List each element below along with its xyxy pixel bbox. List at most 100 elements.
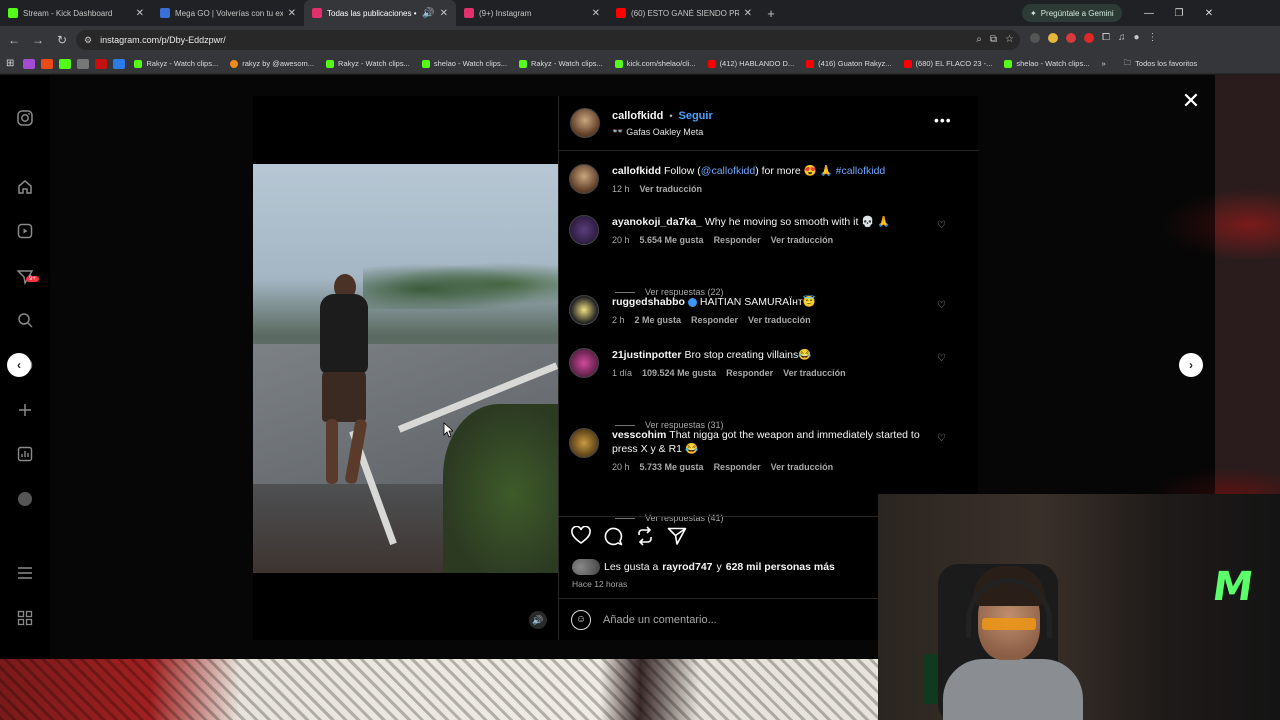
comment-bubble-icon[interactable] <box>602 525 624 547</box>
comment-likes[interactable]: 5.654 Me gusta <box>640 233 704 247</box>
likes-user[interactable]: rayrod747 <box>662 561 712 573</box>
profile-avatar-icon[interactable]: ● <box>1134 32 1140 43</box>
translate-button[interactable]: Ver traducción <box>640 182 703 196</box>
bookmark-item[interactable]: shelao - Watch clips... <box>416 59 513 68</box>
share-send-icon[interactable] <box>666 525 688 547</box>
commenter-avatar[interactable] <box>569 428 599 458</box>
more-apps-icon[interactable] <box>16 609 34 627</box>
like-comment-heart-icon[interactable]: ♡ <box>937 433 946 444</box>
reply-button[interactable]: Responder <box>714 233 761 247</box>
bookmark-favicon-icon[interactable] <box>41 58 54 69</box>
caption-mention[interactable]: @callofkidd <box>701 165 755 177</box>
previous-post-button[interactable]: ‹ <box>7 353 31 377</box>
extension-icon[interactable] <box>1030 32 1040 43</box>
bookmark-item[interactable]: (416) Guaton Rakyz... <box>800 59 897 68</box>
commenter-avatar[interactable] <box>569 295 599 325</box>
install-app-icon[interactable]: ⧉ <box>990 34 997 45</box>
repost-icon[interactable] <box>634 525 656 547</box>
adblock-icon[interactable] <box>1066 32 1076 43</box>
browser-tab-kick[interactable]: Stream - Kick Dashboard ✕ <box>0 0 152 26</box>
zoom-icon[interactable]: ⌕ <box>976 34 982 45</box>
likes-summary[interactable]: Les gusta a rayrod747 y 628 mil personas… <box>572 559 835 575</box>
dashboard-icon[interactable] <box>16 445 34 463</box>
search-icon[interactable] <box>16 311 34 329</box>
tab-close-icon[interactable]: ✕ <box>288 8 296 19</box>
author-username[interactable]: callofkidd <box>612 110 663 122</box>
site-info-icon[interactable]: ⚙ <box>84 35 92 46</box>
reply-button[interactable]: Responder <box>726 366 773 380</box>
tab-close-icon[interactable]: ✕ <box>136 8 144 19</box>
bookmark-item[interactable]: (680) EL FLACO 23 -... <box>898 59 999 68</box>
bookmark-star-icon[interactable]: ☆ <box>1005 34 1014 45</box>
bookmark-item[interactable]: shelao - Watch clips... <box>998 59 1095 68</box>
comment-likes[interactable]: 5.733 Me gusta <box>640 460 704 474</box>
comment-username[interactable]: ayanokoji_da7ka_ <box>612 216 702 228</box>
translate-button[interactable]: Ver traducción <box>748 313 811 327</box>
more-options-icon[interactable]: ••• <box>934 112 952 128</box>
comment-likes[interactable]: 109.524 Me gusta <box>642 366 716 380</box>
restore-button[interactable]: ❐ <box>1164 0 1194 26</box>
bookmark-item[interactable]: Rakyz - Watch clips... <box>128 59 224 68</box>
translate-button[interactable]: Ver traducción <box>771 460 834 474</box>
browser-tab-instagram-posts[interactable]: Todas las publicaciones • In 🔊 ✕ <box>304 0 456 26</box>
reload-button[interactable]: ↻ <box>50 33 74 47</box>
author-avatar[interactable] <box>570 108 600 138</box>
minimize-button[interactable]: — <box>1134 0 1164 26</box>
browser-tab-mega[interactable]: Mega GO | Volverías con tu ex ✕ <box>152 0 304 26</box>
instagram-logo-icon[interactable] <box>16 109 34 127</box>
like-comment-heart-icon[interactable]: ♡ <box>937 300 946 311</box>
tab-close-icon[interactable]: ✕ <box>440 8 448 19</box>
bookmark-favicon-icon[interactable] <box>113 58 126 69</box>
follow-button[interactable]: Seguir <box>679 110 713 122</box>
like-comment-heart-icon[interactable]: ♡ <box>937 353 946 364</box>
post-video[interactable] <box>253 164 558 573</box>
like-comment-heart-icon[interactable]: ♡ <box>937 220 946 231</box>
next-post-button[interactable]: › <box>1179 353 1203 377</box>
extensions-puzzle-icon[interactable]: ⧠ <box>1102 32 1110 43</box>
emoji-picker-icon[interactable]: ☺ <box>571 609 591 630</box>
bookmark-item[interactable]: kick.com/shelao/cli... <box>609 59 702 68</box>
bookmark-item[interactable]: Rakyz - Watch clips... <box>320 59 416 68</box>
caption-username[interactable]: callofkidd <box>612 165 661 177</box>
bookmark-item[interactable]: Rakyz - Watch clips... <box>513 59 609 68</box>
reply-button[interactable]: Responder <box>714 460 761 474</box>
post-media[interactable]: 🔊 <box>253 96 558 640</box>
gemini-button[interactable]: ✦ Pregúntale a Gemini <box>1022 4 1122 22</box>
likes-count[interactable]: 628 mil personas más <box>726 561 835 573</box>
url-text[interactable]: instagram.com/p/Dby-Eddzpwr/ <box>100 35 226 45</box>
bookmark-favicon-icon[interactable] <box>59 58 72 69</box>
comment-username[interactable]: ruggedshabbo <box>612 296 685 308</box>
menu-hamburger-icon[interactable] <box>16 564 34 582</box>
caption-avatar[interactable] <box>569 164 599 194</box>
tab-close-icon[interactable]: ✕ <box>744 8 752 19</box>
post-subtitle[interactable]: 👓 Gafas Oakley Meta <box>612 126 703 137</box>
commenter-avatar[interactable] <box>569 215 599 245</box>
extension-icon[interactable] <box>1084 32 1094 43</box>
new-tab-button[interactable]: + <box>760 6 782 21</box>
translate-button[interactable]: Ver traducción <box>771 233 834 247</box>
close-window-button[interactable]: ✕ <box>1194 0 1224 26</box>
close-modal-button[interactable]: ✕ <box>1180 90 1202 112</box>
reels-icon[interactable] <box>16 222 34 240</box>
apps-grid-icon[interactable]: ⊞ <box>6 58 14 69</box>
bookmark-favicon-icon[interactable] <box>95 58 108 69</box>
create-icon[interactable] <box>16 401 34 419</box>
home-icon[interactable] <box>16 178 34 196</box>
profile-avatar-icon[interactable] <box>16 490 34 508</box>
media-control-icon[interactable]: ♫ <box>1118 32 1126 43</box>
menu-kebab-icon[interactable]: ⋮ <box>1148 32 1158 43</box>
messages-icon[interactable]: 9+ <box>16 268 39 286</box>
bookmark-item[interactable]: (412) HABLANDO D... <box>702 59 801 68</box>
translate-button[interactable]: Ver traducción <box>783 366 846 380</box>
comment-username[interactable]: 21justinpotter <box>612 349 681 361</box>
bookmark-favicon-icon[interactable] <box>77 58 90 69</box>
comments-list[interactable]: callofkidd Follow (@callofkidd) for more … <box>559 156 979 523</box>
forward-button[interactable]: → <box>26 33 50 47</box>
tab-close-icon[interactable]: ✕ <box>592 8 600 19</box>
comment-likes[interactable]: 2 Me gusta <box>635 313 682 327</box>
like-heart-icon[interactable] <box>570 525 592 547</box>
volume-button[interactable]: 🔊 <box>529 611 547 629</box>
reply-button[interactable]: Responder <box>691 313 738 327</box>
bookmarks-overflow-icon[interactable]: » <box>1101 59 1105 68</box>
bookmark-favicon-icon[interactable] <box>23 58 36 69</box>
